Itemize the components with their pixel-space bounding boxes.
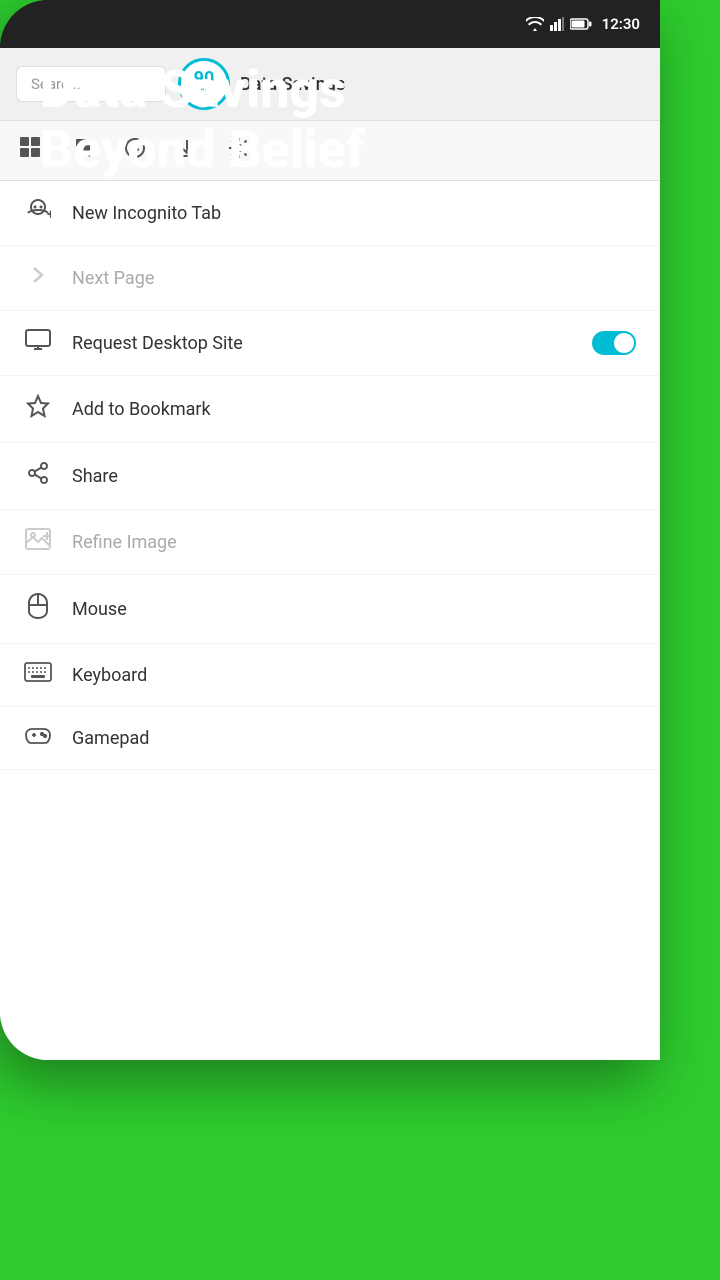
menu-item-bookmark[interactable]: Add to Bookmark xyxy=(0,376,660,443)
chevron-right-icon xyxy=(24,264,52,292)
refine-image-label: Refine Image xyxy=(72,532,177,553)
new-incognito-label: New Incognito Tab xyxy=(72,203,221,224)
grid-icon[interactable] xyxy=(20,137,42,165)
menu-item-new-incognito[interactable]: + New Incognito Tab xyxy=(0,181,660,246)
menu-item-keyboard[interactable]: Keyboard xyxy=(0,644,660,707)
share-label: Share xyxy=(72,466,118,487)
svg-text:+: + xyxy=(47,207,51,221)
signal-icon xyxy=(550,17,564,31)
request-desktop-toggle[interactable] xyxy=(592,331,636,355)
wifi-icon xyxy=(526,17,544,31)
desktop-icon xyxy=(24,329,52,357)
mouse-label: Mouse xyxy=(72,599,127,620)
menu-item-refine-image[interactable]: Refine Image xyxy=(0,510,660,575)
image-icon xyxy=(24,528,52,556)
hero-line2: Beyond Belief xyxy=(40,120,365,180)
status-icons: 12:30 xyxy=(526,15,640,33)
screen-content: Searc... 90 % Data Savings xyxy=(0,48,660,1060)
bookmark-label: Add to Bookmark xyxy=(72,399,211,420)
menu-item-request-desktop[interactable]: Request Desktop Site xyxy=(0,311,660,376)
star-outline-icon xyxy=(24,394,52,424)
battery-icon xyxy=(570,18,592,30)
gamepad-label: Gamepad xyxy=(72,728,149,749)
keyboard-icon xyxy=(24,662,52,688)
hero-text: Data Savings Beyond Belief xyxy=(40,60,365,180)
request-desktop-label: Request Desktop Site xyxy=(72,333,243,354)
incognito-icon: + xyxy=(24,199,52,227)
keyboard-label: Keyboard xyxy=(72,665,147,686)
menu-item-mouse[interactable]: Mouse xyxy=(0,575,660,644)
menu-item-gamepad[interactable]: Gamepad xyxy=(0,707,660,770)
menu-list: + New Incognito Tab Next Page xyxy=(0,181,660,1060)
mouse-icon xyxy=(24,593,52,625)
next-page-label: Next Page xyxy=(72,268,154,289)
status-bar: 12:30 xyxy=(0,0,660,48)
menu-item-share[interactable]: Share xyxy=(0,443,660,510)
status-time: 12:30 xyxy=(602,15,640,33)
share-icon xyxy=(24,461,52,491)
hero-line1: Data Savings xyxy=(40,60,365,120)
menu-item-next-page[interactable]: Next Page xyxy=(0,246,660,311)
gamepad-icon xyxy=(24,725,52,751)
